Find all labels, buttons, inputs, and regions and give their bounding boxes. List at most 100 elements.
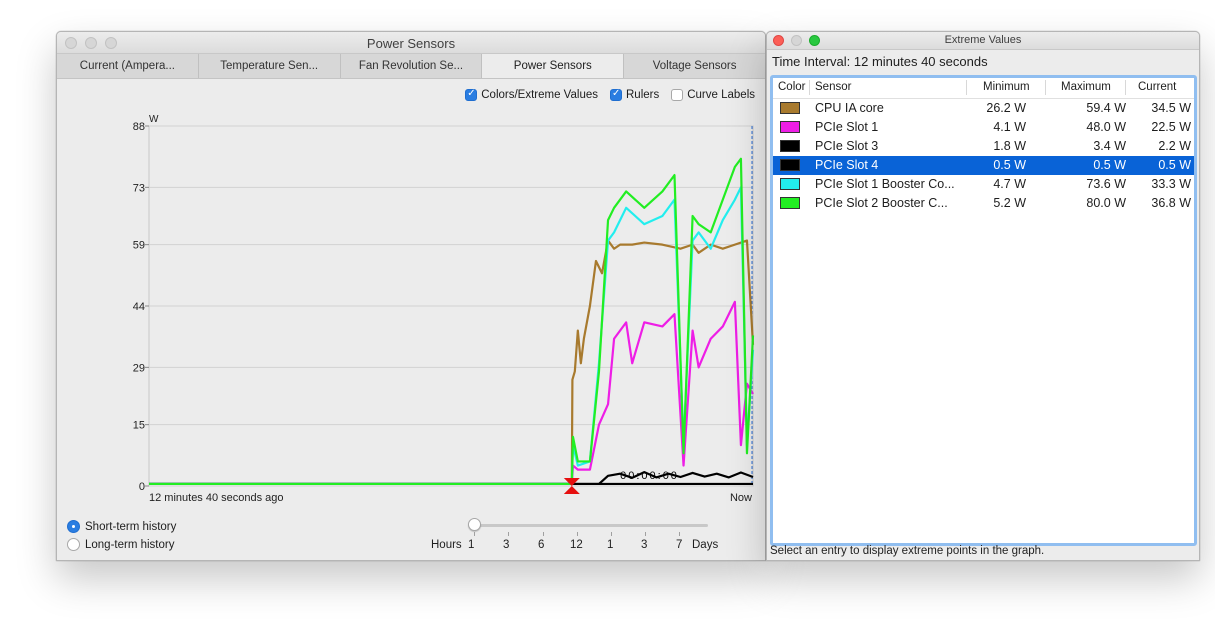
x-end-label: Now: [730, 492, 752, 504]
colors-extreme-label: Colors/Extreme Values: [481, 89, 598, 101]
scale-tick-1h: 1: [468, 539, 475, 551]
y-tick-label: 73: [133, 182, 145, 194]
scale-mark: [474, 532, 475, 536]
minimum-value: 1.8 W: [993, 139, 1026, 153]
table-header: Color Sensor Minimum Maximum Current: [773, 78, 1194, 99]
minimum-value: 26.2 W: [986, 101, 1026, 115]
start-marker-icon: [563, 486, 580, 494]
table-row[interactable]: PCIe Slot 1 4.1 W 48.0 W 22.5 W: [773, 118, 1194, 137]
y-tick-label: 44: [133, 301, 145, 313]
current-value: 33.3 W: [1151, 177, 1191, 191]
maximum-value: 3.4 W: [1093, 139, 1126, 153]
minimum-value: 0.5 W: [993, 158, 1026, 172]
table-row[interactable]: PCIe Slot 2 Booster C... 5.2 W 80.0 W 36.8 …: [773, 194, 1194, 213]
maximum-value: 0.5 W: [1093, 158, 1126, 172]
column-minimum[interactable]: Minimum: [983, 81, 1030, 93]
power-chart[interactable]: 0 15 29 44 59 73 88 W 00:00:00 12 minutes 40 seco…: [57, 108, 765, 513]
y-axis-unit: W: [149, 114, 159, 125]
power-window-titlebar[interactable]: Power Sensors: [57, 32, 765, 54]
window-title: Power Sensors: [366, 36, 456, 51]
long-term-radio[interactable]: [67, 538, 80, 551]
sensor-name: PCIe Slot 2 Booster C...: [815, 196, 948, 210]
history-scale-knob[interactable]: [468, 518, 481, 531]
table-row[interactable]: PCIe Slot 1 Booster Co... 4.7 W 73.6 W 33.3…: [773, 175, 1194, 194]
color-swatch: [780, 121, 800, 133]
y-tick-label: 88: [133, 121, 145, 133]
hint-text: Select an entry to display extreme point…: [770, 545, 1045, 557]
color-swatch: [780, 178, 800, 190]
extreme-values-window: Extreme Values Time Interval: 12 minutes…: [766, 31, 1200, 561]
scale-mark: [543, 532, 544, 536]
tab-fan-revolution[interactable]: Fan Revolution Se...: [340, 54, 483, 78]
column-current[interactable]: Current: [1138, 81, 1176, 93]
curve-labels-label: Curve Labels: [687, 89, 755, 101]
column-sensor[interactable]: Sensor: [815, 81, 851, 93]
tab-power[interactable]: Power Sensors: [482, 54, 625, 78]
sensor-name: PCIe Slot 1 Booster Co...: [815, 177, 955, 191]
scale-mark: [645, 532, 646, 536]
scale-tick-6h: 6: [538, 539, 545, 551]
colors-extreme-checkbox[interactable]: [465, 88, 478, 101]
time-overlay-label: 00:00:00: [620, 470, 679, 482]
short-term-label: Short-term history: [85, 520, 177, 533]
time-interval: Time Interval: 12 minutes 40 seconds: [772, 54, 988, 69]
hours-label: Hours: [431, 539, 462, 551]
table-row[interactable]: PCIe Slot 4 0.5 W 0.5 W 0.5 W: [773, 156, 1194, 175]
current-value: 22.5 W: [1151, 120, 1191, 134]
minimum-value: 4.7 W: [993, 177, 1026, 191]
current-value: 2.2 W: [1158, 139, 1191, 153]
scale-tick-1d: 1: [607, 539, 614, 551]
minimum-value: 5.2 W: [993, 196, 1026, 210]
curve-labels-option[interactable]: Curve Labels: [671, 89, 755, 101]
current-value: 36.8 W: [1151, 196, 1191, 210]
scale-mark: [679, 532, 680, 536]
short-term-history-option[interactable]: Short-term history: [67, 520, 176, 533]
maximum-value: 80.0 W: [1086, 196, 1126, 210]
window-title: Extreme Values: [944, 34, 1022, 46]
rulers-checkbox[interactable]: [610, 88, 622, 101]
power-sensors-window: Power Sensors Current (Ampera... Tempera…: [56, 31, 766, 561]
long-term-history-option[interactable]: Long-term history: [67, 538, 174, 551]
chart-options: Colors/Extreme Values Rulers Curve Label…: [465, 88, 755, 101]
current-value: 34.5 W: [1151, 101, 1191, 115]
tab-current[interactable]: Current (Ampera...: [57, 54, 199, 78]
sensor-tabs: Current (Ampera... Temperature Sen... Fa…: [57, 54, 765, 79]
days-label: Days: [692, 539, 719, 551]
maximum-value: 59.4 W: [1086, 101, 1126, 115]
sensor-name: PCIe Slot 4: [815, 158, 879, 172]
extreme-window-titlebar[interactable]: Extreme Values: [767, 32, 1199, 50]
minimum-value: 4.1 W: [993, 120, 1026, 134]
short-term-radio[interactable]: [67, 520, 80, 533]
scale-mark: [611, 532, 612, 536]
color-swatch: [780, 102, 800, 114]
history-scale-slider[interactable]: [474, 524, 708, 527]
current-value: 0.5 W: [1158, 158, 1191, 172]
scale-tick-12h: 12: [570, 539, 583, 551]
table-row[interactable]: CPU IA core 26.2 W 59.4 W 34.5 W: [773, 99, 1194, 118]
scale-tick-7d: 7: [676, 539, 683, 551]
extreme-values-table[interactable]: Color Sensor Minimum Maximum Current CPU…: [770, 75, 1197, 546]
colors-extreme-option[interactable]: Colors/Extreme Values: [465, 88, 598, 101]
y-tick-label: 15: [133, 420, 145, 432]
column-color[interactable]: Color: [778, 81, 805, 93]
color-swatch: [780, 140, 800, 152]
rulers-option[interactable]: Rulers: [610, 88, 660, 101]
table-row[interactable]: PCIe Slot 3 1.8 W 3.4 W 2.2 W: [773, 137, 1194, 156]
maximum-value: 73.6 W: [1086, 177, 1126, 191]
scale-mark: [577, 532, 578, 536]
sensor-name: PCIe Slot 1: [815, 120, 879, 134]
rulers-label: Rulers: [626, 89, 660, 101]
sensor-name: CPU IA core: [815, 101, 884, 115]
column-maximum[interactable]: Maximum: [1061, 81, 1111, 93]
maximum-value: 48.0 W: [1086, 120, 1126, 134]
scale-mark: [508, 532, 509, 536]
y-tick-label: 29: [133, 362, 145, 374]
x-start-label: 12 minutes 40 seconds ago: [149, 492, 284, 504]
curve-labels-checkbox[interactable]: [671, 89, 684, 101]
sensor-name: PCIe Slot 3: [815, 139, 879, 153]
scale-tick-3h: 3: [503, 539, 510, 551]
scale-tick-3d: 3: [641, 539, 648, 551]
long-term-label: Long-term history: [85, 538, 175, 551]
tab-temperature[interactable]: Temperature Sen...: [198, 54, 341, 78]
tab-voltage[interactable]: Voltage Sensors: [624, 54, 765, 78]
